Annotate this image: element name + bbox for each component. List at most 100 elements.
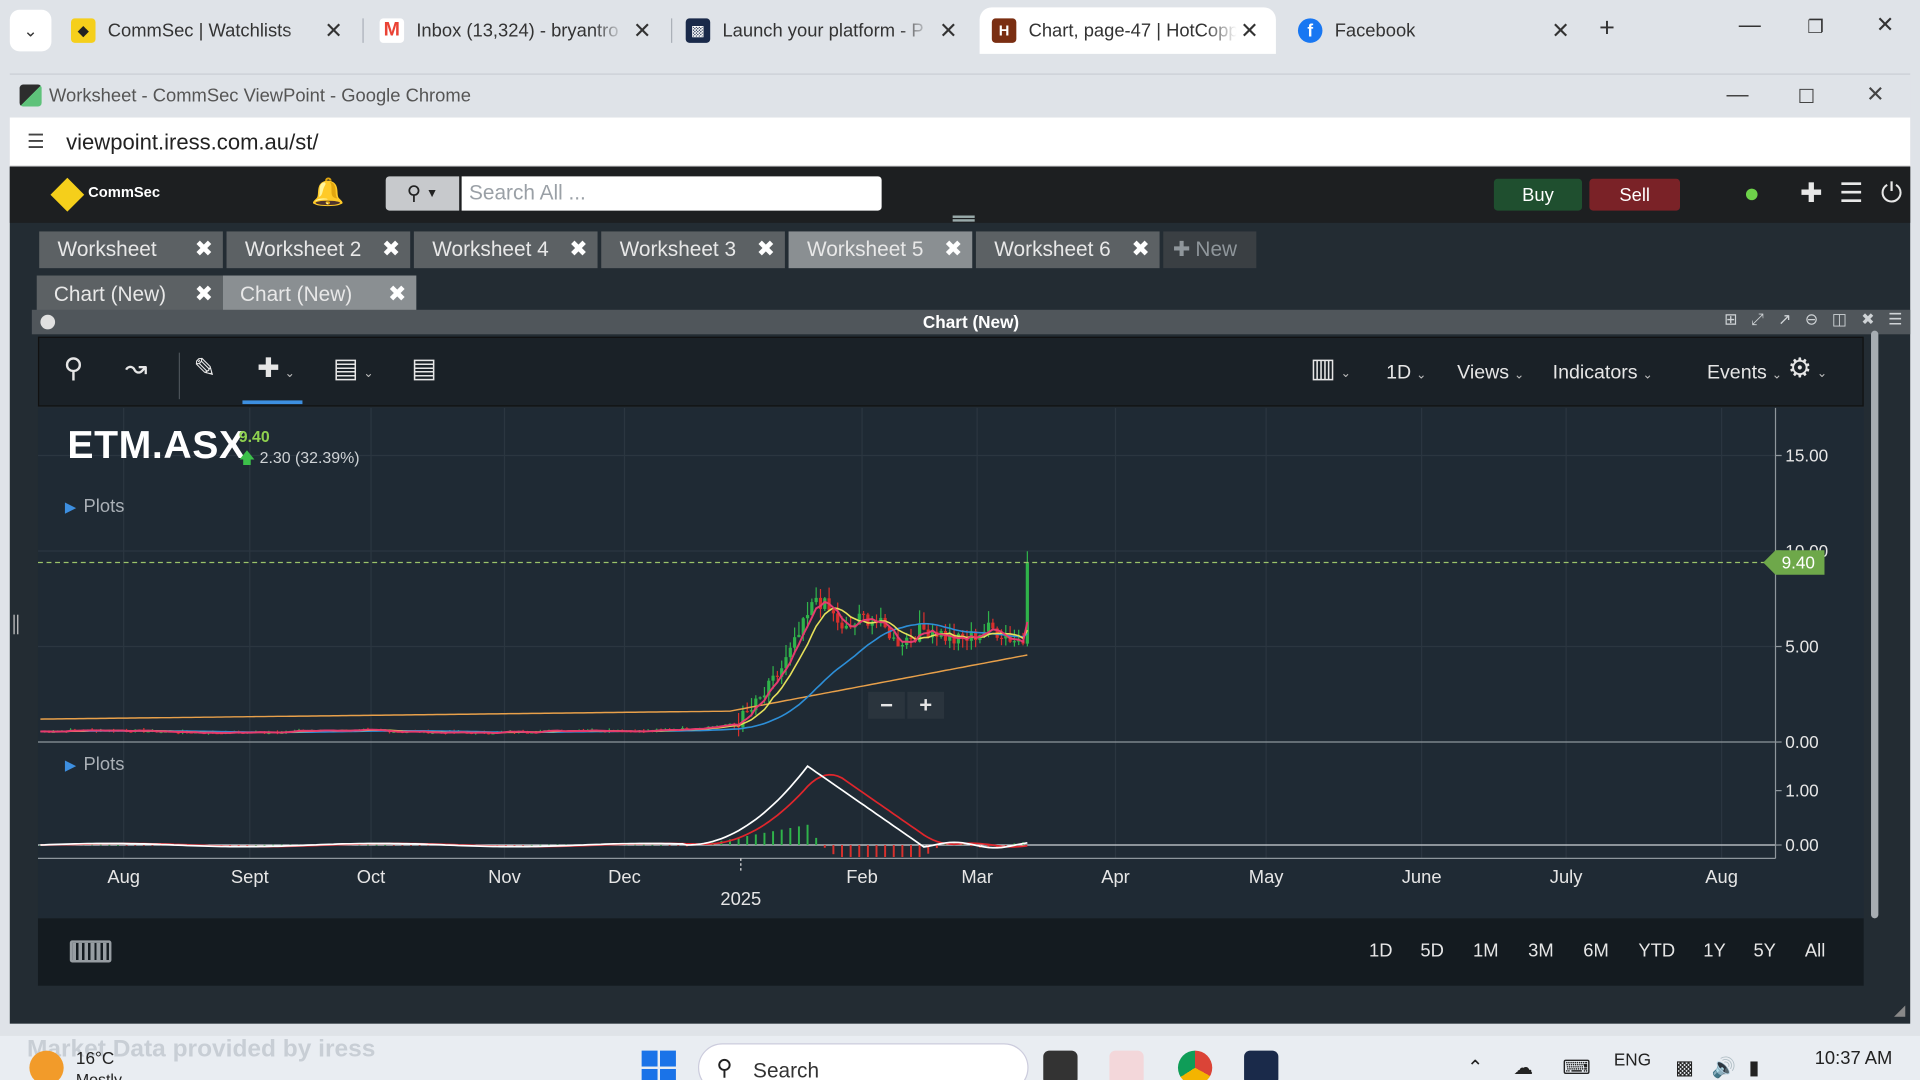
histogram-bar [918,845,921,858]
interval-dropdown[interactable]: 1D ⌄ [1386,362,1426,384]
pencil-icon[interactable]: ✎ [193,353,216,385]
crosshair-icon[interactable]: ✚ ⌄ [257,353,295,385]
close-tab-icon[interactable]: ✕ [1551,18,1569,44]
add-icon[interactable]: ⊞ [1724,310,1737,330]
tab-search-chevron-icon[interactable]: ⌄ [9,9,52,52]
tab-worksheet-3[interactable]: Worksheet 3 ✖ [601,231,785,269]
close-panel-icon[interactable]: ✖ [1861,310,1874,330]
close-tab-icon[interactable]: ✖ [195,236,213,262]
range-1d[interactable]: 1D [1369,940,1392,961]
close-window-icon[interactable]: ✕ [1876,12,1894,38]
site-info-icon[interactable]: ☰ [27,130,45,154]
candlestick-icon[interactable]: ▥ ⌄ [1310,353,1351,385]
candle-body [745,710,749,713]
table-icon[interactable]: ▤ [411,353,436,385]
add-study-icon[interactable]: ↝ [125,353,148,385]
sell-button[interactable]: Sell [1589,178,1681,211]
panel-menu-icon[interactable]: ☰ [1888,310,1902,330]
tab-worksheet-6[interactable]: Worksheet 6 ✖ [975,231,1160,269]
gear-icon[interactable]: ⚙ ⌄ [1788,353,1827,385]
network-icon[interactable]: ▩ [1675,1056,1694,1080]
price-chart-svg[interactable]: 15.0010.005.000.001.000.00AugSeptOctNovD… [37,407,1864,919]
range-6m[interactable]: 6M [1583,940,1609,961]
resize-handle-icon[interactable]: ◢ [1894,1002,1905,1019]
close-tab-icon[interactable]: ✖ [382,236,400,262]
chart-area[interactable]: 15.0010.005.000.001.000.00AugSeptOctNovD… [37,407,1864,919]
histogram-bar [910,845,912,858]
browser-tab-platform[interactable]: ▩ Launch your platform - P ✕ [673,7,974,54]
tab-worksheet-4[interactable]: Worksheet 4 ✖ [413,231,598,269]
search-scope-dropdown[interactable]: ⚲ ▼ [385,176,460,211]
views-dropdown[interactable]: Views ⌄ [1457,362,1524,384]
close-tab-icon[interactable]: ✕ [1240,18,1258,44]
browser-tab-hotcopper[interactable]: H Chart, page-47 | HotCopp ✕ [979,7,1276,54]
close-tab-icon[interactable]: ✖ [757,236,775,262]
events-dropdown[interactable]: Events ⌄ [1707,362,1782,384]
popup-close-icon[interactable]: ✕ [1866,82,1884,108]
taskbar-search[interactable]: ⚲ Search [697,1043,1029,1080]
volume-icon[interactable]: 🔊 [1712,1056,1736,1080]
snipping-tool-icon[interactable] [1109,1050,1144,1080]
popup-minimize-icon[interactable]: — [1727,82,1749,108]
range-5d[interactable]: 5D [1420,940,1443,961]
close-tab-icon[interactable]: ✖ [1131,236,1149,262]
chrome-icon[interactable] [1177,1050,1213,1080]
keyboard-icon[interactable] [69,940,112,963]
minimize-panel-icon[interactable]: ⊖ [1805,310,1818,330]
windows-start-icon[interactable] [641,1050,676,1080]
cloud-icon[interactable]: ☁ [1513,1056,1533,1080]
search-input[interactable] [461,176,882,211]
zoom-out-button[interactable]: − [868,691,905,719]
range-1y[interactable]: 1Y [1703,940,1725,961]
new-worksheet-button[interactable]: ✚ New [1163,231,1257,269]
language-indicator[interactable]: ENG [1614,1049,1651,1069]
platform-app-icon[interactable] [1244,1050,1279,1080]
bell-icon[interactable]: 🔔 [311,176,345,208]
close-tab-icon[interactable]: ✕ [633,18,651,44]
tab-worksheet[interactable]: Worksheet ✖ [39,231,223,269]
battery-icon[interactable]: ▮ [1749,1056,1760,1080]
add-panel-icon[interactable]: ✚ [1800,178,1823,210]
range-all[interactable]: All [1805,940,1825,961]
browser-tab-facebook[interactable]: f Facebook ✕ [1286,7,1587,54]
range-3m[interactable]: 3M [1528,940,1554,961]
popout-icon[interactable]: ↗ [1778,310,1791,330]
range-1m[interactable]: 1M [1473,940,1499,961]
keyboard-tray-icon[interactable]: ⌨ [1562,1056,1590,1080]
close-tab-icon[interactable]: ✖ [944,236,962,262]
expand-icon[interactable]: ⤢ [1751,310,1764,330]
close-tab-icon[interactable]: ✖ [388,282,406,308]
zoom-in-button[interactable]: + [907,691,945,719]
url-text[interactable]: viewpoint.iress.com.au/st/ [66,130,318,156]
tab-worksheet-5[interactable]: Worksheet 5 ✖ [788,231,973,269]
browser-tab-gmail[interactable]: M Inbox (13,324) - bryantro ✕ [367,7,668,54]
close-tab-icon[interactable]: ✕ [939,18,957,44]
close-tab-icon[interactable]: ✖ [569,236,587,262]
minimize-icon[interactable]: — [1739,12,1761,38]
tray-chevron-icon[interactable]: ⌃ [1467,1056,1483,1080]
panel-resize-grip[interactable] [952,215,975,222]
buy-button[interactable]: Buy [1493,178,1583,211]
new-tab-plus-icon[interactable]: + [1599,12,1615,44]
weather-sun-icon[interactable] [29,1050,64,1080]
restore-icon[interactable]: ❐ [1807,16,1823,38]
side-panel-grip[interactable] [13,614,19,635]
vertical-scrollbar[interactable] [1871,330,1879,919]
browser-tab-commsec[interactable]: ◆ CommSec | Watchlists ✕ [59,7,360,54]
close-tab-icon[interactable]: ✖ [195,282,213,308]
indicators-dropdown[interactable]: Indicators ⌄ [1553,362,1653,384]
range-5y[interactable]: 5Y [1753,940,1775,961]
menu-icon[interactable]: ☰ [1839,178,1863,210]
range-ytd[interactable]: YTD [1638,940,1675,961]
close-tab-icon[interactable]: ✕ [324,18,342,44]
search-icon[interactable]: ⚲ [64,353,84,385]
plots-toggle-price[interactable]: ▶ Plots [65,496,125,517]
lightbulb-icon[interactable]: ● [1744,178,1760,210]
task-view-icon[interactable] [1043,1050,1078,1080]
tab-worksheet-2[interactable]: Worksheet 2 ✖ [226,231,411,269]
annotation-icon[interactable]: ▤ ⌄ [333,353,374,385]
split-icon[interactable]: ◫ [1832,310,1847,330]
popup-maximize-icon[interactable]: ☐ [1798,84,1816,108]
plots-toggle-indicator[interactable]: ▶ Plots [65,754,125,775]
power-icon[interactable]: ⏻ [1881,178,1902,210]
